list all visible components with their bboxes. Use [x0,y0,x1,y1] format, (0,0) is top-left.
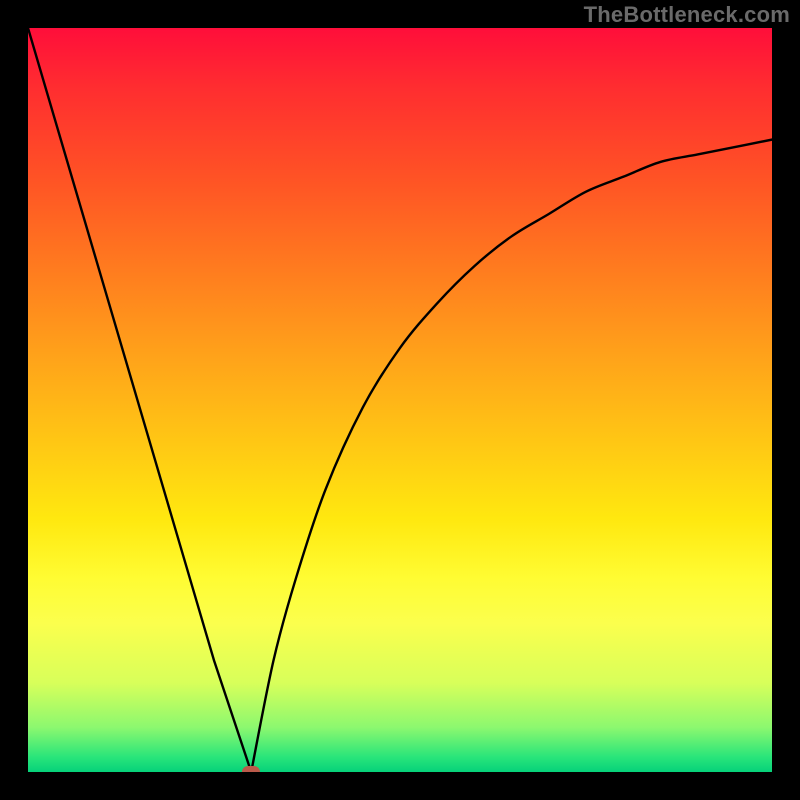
minimum-marker [242,766,260,772]
curve-layer [28,28,772,772]
chart-frame: TheBottleneck.com [0,0,800,800]
curve-right-branch [251,140,772,772]
watermark-text: TheBottleneck.com [584,2,790,28]
plot-area [28,28,772,772]
curve-left-branch [28,28,251,772]
